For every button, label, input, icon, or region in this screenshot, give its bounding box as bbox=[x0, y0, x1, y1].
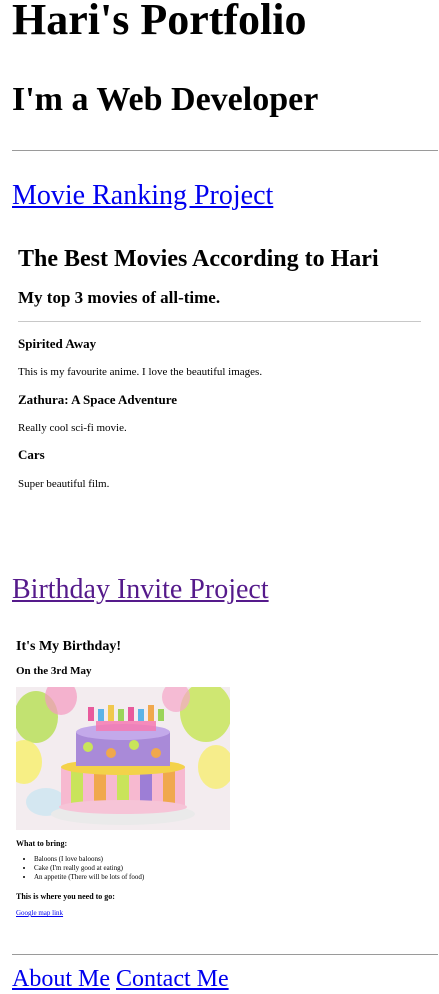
movie-name: Zathura: A Space Adventure bbox=[18, 392, 178, 407]
movie-description: Really cool sci-fi movie. bbox=[18, 422, 127, 434]
movie-name: Spirited Away bbox=[18, 336, 97, 351]
list-item: Baloons (I love baloons) bbox=[34, 855, 144, 864]
birthday-date: On the 3rd May bbox=[16, 665, 92, 677]
where-heading: This is where you need to go: bbox=[16, 892, 115, 901]
page-title: Hari's Portfolio bbox=[12, 0, 307, 44]
birthday-cake-image bbox=[16, 687, 230, 830]
birthday-title: It's My Birthday! bbox=[16, 639, 121, 654]
bottom-divider bbox=[12, 954, 438, 955]
list-item: Cake (I'm really good at eating) bbox=[34, 864, 144, 873]
bring-heading: What to bring: bbox=[16, 839, 68, 848]
footer-nav: About Me Contact Me bbox=[12, 964, 229, 994]
movie-page-title: The Best Movies According to Hari bbox=[18, 246, 379, 272]
page-subtitle: I'm a Web Developer bbox=[12, 81, 319, 118]
movie-name: Cars bbox=[18, 447, 45, 462]
contact-me-link[interactable]: Contact Me bbox=[116, 966, 229, 992]
movie-description: This is my favourite anime. I love the b… bbox=[18, 366, 263, 378]
top-divider bbox=[12, 150, 438, 151]
movie-page-subtitle: My top 3 movies of all-time. bbox=[18, 288, 221, 307]
about-me-link[interactable]: About Me bbox=[12, 966, 110, 992]
movie-divider bbox=[18, 321, 421, 322]
list-item: An appetite (There will be lots of food) bbox=[34, 873, 144, 882]
google-map-link[interactable]: Google map link bbox=[16, 909, 63, 918]
movie-ranking-project-link[interactable]: Movie Ranking Project bbox=[12, 180, 273, 212]
bring-list: Baloons (I love baloons) Cake (I'm reall… bbox=[16, 855, 144, 882]
movie-description: Super beautiful film. bbox=[18, 478, 110, 490]
birthday-invite-project-link[interactable]: Birthday Invite Project bbox=[12, 574, 269, 606]
